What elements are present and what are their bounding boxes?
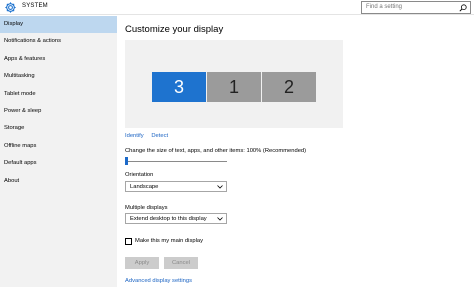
monitor-3[interactable]: 3 (152, 72, 206, 102)
multiple-displays-label: Multiple displays (125, 205, 168, 211)
sidebar-item-about[interactable]: About (0, 173, 117, 190)
chevron-down-icon (217, 217, 223, 221)
identify-detect-links: Identify Detect (125, 133, 174, 139)
sidebar-item-offline-maps[interactable]: Offline maps (0, 138, 117, 155)
cancel-button[interactable]: Cancel (164, 257, 198, 269)
detect-link[interactable]: Detect (151, 133, 168, 139)
sidebar-item-display[interactable]: Display (0, 16, 117, 34)
main-display-checkbox[interactable] (125, 238, 132, 245)
identify-link[interactable]: Identify (125, 133, 144, 139)
main-display-label: Make this my main display (135, 238, 203, 244)
scale-slider-thumb[interactable] (125, 157, 128, 165)
sidebar-item-apps-features[interactable]: Apps & features (0, 51, 117, 68)
window-title: SYSTEM (22, 3, 48, 9)
page-title: Customize your display (125, 24, 224, 35)
apply-button[interactable]: Apply (125, 257, 159, 269)
sidebar: Display Notifications & actions Apps & f… (0, 16, 117, 287)
search-input[interactable]: Find a setting (361, 1, 471, 14)
sidebar-item-multitasking[interactable]: Multitasking (0, 68, 117, 85)
scale-slider-track[interactable] (125, 161, 227, 162)
monitor-2[interactable]: 2 (262, 72, 316, 102)
scale-label: Change the size of text, apps, and other… (125, 148, 307, 154)
orientation-value: Landscape (130, 183, 159, 190)
display-arrangement-preview: 3 1 2 (125, 40, 343, 128)
chevron-down-icon (217, 185, 223, 189)
sidebar-item-notifications[interactable]: Notifications & actions (0, 33, 117, 50)
gear-icon (5, 2, 16, 13)
multiple-displays-value: Extend desktop to this display (130, 215, 207, 222)
orientation-label: Orientation (125, 172, 154, 178)
search-icon[interactable] (459, 4, 467, 12)
monitor-1[interactable]: 1 (207, 72, 261, 102)
search-placeholder: Find a setting (366, 4, 403, 10)
sidebar-item-tablet-mode[interactable]: Tablet mode (0, 86, 117, 103)
orientation-dropdown[interactable]: Landscape (125, 181, 227, 192)
sidebar-item-default-apps[interactable]: Default apps (0, 155, 117, 172)
main-content: Customize your display 3 1 2 Identify De… (117, 16, 474, 287)
sidebar-item-storage[interactable]: Storage (0, 120, 117, 137)
sidebar-item-power-sleep[interactable]: Power & sleep (0, 103, 117, 120)
advanced-display-settings-link[interactable]: Advanced display settings (125, 278, 192, 284)
multiple-displays-dropdown[interactable]: Extend desktop to this display (125, 213, 227, 224)
title-bar: SYSTEM Find a setting (0, 0, 474, 15)
